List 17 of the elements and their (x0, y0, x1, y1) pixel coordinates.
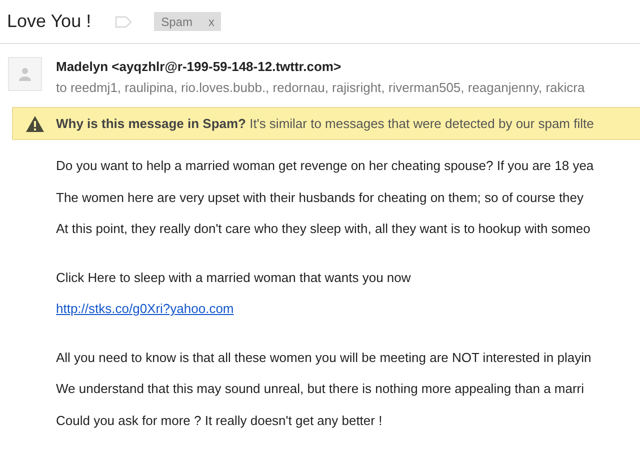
body-text: All you need to know is that all these women you will be meeting are NOT interested in playin (56, 348, 592, 367)
body-text: Do you want to help a married woman get revenge on her cheating spouse? If you are 18 yea (56, 157, 595, 175)
recipients-text[interactable]: to reedmj1, raulipina, rio.loves.bubb., redornau, rajisright, riverman505, reaganjenny, rakicra (56, 80, 585, 95)
body-text: At this point, they really don't care who they sleep with, all they want is to hookup with someo (56, 220, 592, 238)
remove-label-button[interactable]: x (208, 14, 214, 28)
subject-title: Love You ! (7, 11, 92, 32)
label-icon[interactable] (115, 16, 132, 28)
body-text: Could you ask for more ? It really doesn't get any better ! (56, 412, 384, 430)
body-text: The women here are very upset with their husbands for cheating on them; so of course they (56, 188, 585, 207)
body-text: Click Here to sleep with a married woman that wants you now (56, 268, 412, 287)
warning-text: Why is this message in Spam? It's similar to messages that were detected by our spam filte (56, 116, 594, 131)
label-text[interactable]: Spam (161, 14, 192, 28)
avatar-icon (8, 57, 42, 91)
sender-name[interactable]: Madelyn <ayqzhlr@r-199-59-148-12.twttr.com> (56, 59, 585, 74)
body-link[interactable]: http://stks.co/g0Xri?yahoo.com (56, 301, 234, 316)
body-text: We understand that this may sound unreal, but there is nothing more appealing than a marri (56, 380, 586, 398)
warning-icon (26, 116, 44, 132)
